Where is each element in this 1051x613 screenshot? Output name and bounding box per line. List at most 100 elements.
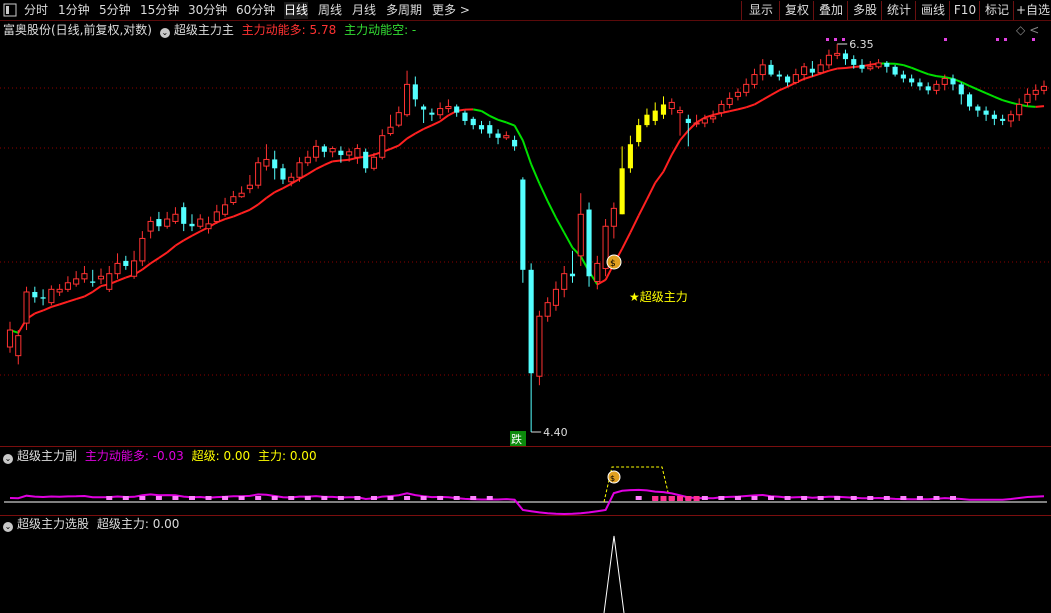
marker-dot bbox=[1004, 38, 1007, 41]
bull-energy-label: 主力动能多: 5.78 bbox=[241, 23, 337, 37]
period-tab[interactable]: 多周期 bbox=[386, 2, 422, 19]
toolbar-button[interactable]: 多股 bbox=[847, 1, 882, 20]
trend-line-segment bbox=[232, 212, 242, 218]
energy-bar bbox=[470, 496, 477, 500]
candle-body bbox=[445, 105, 452, 110]
trend-line-segment bbox=[117, 276, 127, 282]
candle-body bbox=[40, 297, 46, 299]
stock-title: 富奥股份(日线,前复权,对数) bbox=[3, 23, 152, 37]
trend-line-segment bbox=[390, 144, 400, 150]
candle-body bbox=[851, 59, 857, 65]
trend-line-segment bbox=[456, 108, 466, 112]
toolbar-button[interactable]: 叠加 bbox=[813, 1, 848, 20]
period-tab[interactable]: 周线 bbox=[318, 2, 342, 19]
collapse-icon[interactable]: ⌄ bbox=[159, 28, 170, 38]
toolbar-button[interactable]: 画线 bbox=[915, 1, 950, 20]
energy-bar bbox=[652, 496, 659, 501]
super-label: 超级: 0.00 bbox=[191, 449, 251, 463]
toolbar-button[interactable]: 复权 bbox=[779, 1, 814, 20]
toolbar-button[interactable]: 显示 bbox=[741, 1, 780, 20]
candle-body bbox=[610, 207, 617, 227]
candle-body bbox=[230, 196, 237, 204]
energy-bar bbox=[288, 496, 295, 500]
trend-line-segment bbox=[919, 70, 929, 76]
candle-body bbox=[172, 213, 179, 222]
candle-body bbox=[429, 112, 435, 115]
candle-body bbox=[528, 269, 534, 374]
candle-body bbox=[123, 260, 129, 266]
period-tab[interactable]: 月线 bbox=[352, 2, 376, 19]
diamond-icon[interactable]: ◇ bbox=[1016, 23, 1025, 37]
energy-bar bbox=[685, 496, 692, 500]
candle-body bbox=[520, 179, 526, 270]
candle-body bbox=[512, 139, 518, 147]
toolbar-button[interactable]: 标记 bbox=[979, 1, 1014, 20]
candle-body bbox=[246, 184, 253, 190]
trend-line-segment bbox=[282, 182, 292, 190]
candle-body bbox=[1040, 85, 1048, 91]
trend-line-segment bbox=[745, 103, 755, 109]
indicator-name[interactable]: 超级主力主 bbox=[174, 23, 234, 37]
signal-spike bbox=[603, 535, 625, 613]
candle-body bbox=[859, 64, 865, 69]
toolbar-button[interactable]: +自选 bbox=[1013, 1, 1051, 20]
period-tab[interactable]: 30分钟 bbox=[188, 2, 227, 19]
trend-line-segment bbox=[75, 295, 85, 301]
energy-bar bbox=[238, 496, 245, 500]
trend-line-segment bbox=[150, 257, 160, 265]
trend-line-segment bbox=[199, 226, 209, 233]
energy-bar bbox=[850, 496, 857, 500]
toolbar-button[interactable]: F10 bbox=[949, 1, 980, 20]
candle-body bbox=[652, 110, 658, 121]
collapse-icon[interactable]: ⌄ bbox=[3, 454, 13, 464]
energy-bar bbox=[304, 496, 311, 500]
chevron-left-icon[interactable]: < bbox=[1029, 23, 1039, 37]
period-tab[interactable]: 1分钟 bbox=[58, 2, 90, 19]
menu-icon[interactable] bbox=[3, 3, 17, 20]
panel-switch-icons[interactable]: ◇ < bbox=[1016, 22, 1043, 38]
money-bag-icon bbox=[607, 470, 621, 484]
candle-body bbox=[701, 118, 708, 124]
energy-bar bbox=[387, 496, 394, 500]
energy-bar bbox=[817, 496, 824, 500]
candle-body bbox=[536, 315, 543, 377]
trend-line-segment bbox=[323, 160, 334, 166]
period-tab[interactable]: 5分钟 bbox=[99, 2, 131, 19]
candle-body bbox=[867, 66, 874, 70]
candle-body bbox=[97, 275, 105, 280]
energy-bar bbox=[271, 496, 278, 500]
period-tab[interactable]: 日线 bbox=[284, 2, 309, 19]
trend-line-segment bbox=[803, 75, 813, 80]
trend-line-segment bbox=[307, 168, 317, 175]
signal-label: ★超级主力 bbox=[629, 289, 688, 304]
trend-line-segment bbox=[447, 110, 458, 117]
candle-body bbox=[189, 223, 195, 227]
candle-body bbox=[106, 273, 113, 290]
candle-body bbox=[983, 110, 989, 115]
trend-line-segment bbox=[696, 116, 706, 124]
trend-line-segment bbox=[521, 140, 533, 165]
period-tab[interactable]: 更多 > bbox=[432, 2, 470, 19]
candle-body bbox=[395, 112, 402, 126]
trend-line-segment bbox=[299, 173, 309, 180]
trend-line-segment bbox=[729, 108, 739, 113]
candle-body bbox=[817, 64, 824, 74]
energy-bar bbox=[635, 496, 642, 500]
indicator-name[interactable]: 超级主力副 bbox=[17, 449, 77, 463]
collapse-icon[interactable]: ⌄ bbox=[3, 522, 13, 532]
energy-bar bbox=[668, 496, 675, 501]
candle-body bbox=[437, 108, 444, 116]
trend-line-segment bbox=[712, 111, 722, 116]
period-tab[interactable]: 60分钟 bbox=[236, 2, 275, 19]
trend-line-segment bbox=[679, 129, 690, 141]
toolbar-button[interactable]: 统计 bbox=[881, 1, 916, 20]
indicator-name[interactable]: 超级主力选股 bbox=[17, 517, 89, 531]
trend-line-segment bbox=[670, 139, 681, 156]
period-tab[interactable]: 15分钟 bbox=[140, 2, 179, 19]
trend-line-segment bbox=[241, 208, 251, 215]
period-tab[interactable]: 分时 bbox=[24, 2, 48, 19]
trend-line-segment bbox=[473, 108, 482, 112]
candle-body bbox=[470, 118, 476, 126]
candle-body bbox=[454, 106, 460, 113]
candle-body bbox=[552, 288, 560, 306]
